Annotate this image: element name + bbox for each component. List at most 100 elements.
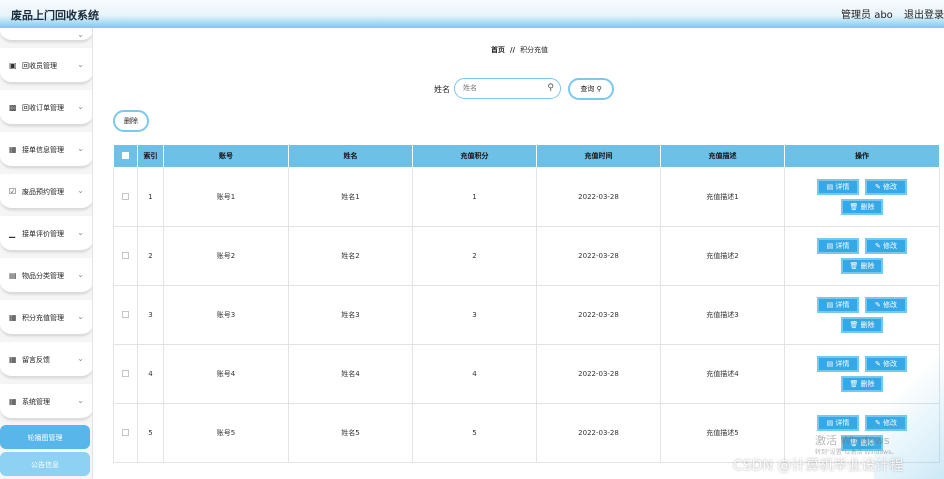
detail-button[interactable]: ▤ 详情: [817, 415, 859, 431]
sidebar-subitem-carousel[interactable]: 轮播图管理: [0, 425, 90, 449]
row-checkbox[interactable]: [122, 369, 129, 377]
edit-button[interactable]: ✎ 修改: [865, 179, 907, 195]
cell-points: 2: [412, 226, 537, 286]
cell-name: 姓名1: [288, 167, 413, 227]
clipboard-icon: ▤: [9, 271, 17, 280]
column-header: 充值描述: [660, 144, 785, 168]
cell-account: 账号3: [163, 285, 289, 345]
cell-points: 3: [412, 285, 537, 345]
sidebar-item-categories[interactable]: ▤ 物品分类管理 ⌄: [0, 258, 92, 294]
cell-name: 姓名5: [288, 403, 413, 463]
user-area: 管理员 abo 退出登录: [833, 6, 944, 21]
cell-account: 账号1: [163, 167, 289, 227]
cell-index: 1: [137, 167, 164, 227]
sidebar-item-order-info[interactable]: ▦ 接单信息管理 ⌄: [0, 132, 92, 168]
breadcrumb-current: 积分充值: [520, 46, 549, 54]
sidebar-item-appointments[interactable]: ☑ 废品预约管理 ⌄: [0, 174, 92, 210]
cell-desc: 充值描述3: [660, 285, 785, 345]
sidebar-item-system[interactable]: ▦ 系统管理 ⌄: [0, 384, 92, 420]
search-icon: ⚲: [547, 83, 554, 93]
sidebar-item-label: 接单评价管理: [22, 230, 64, 238]
sidebar-item-reviews[interactable]: ▁ 接单评价管理 ⌄: [0, 216, 92, 252]
sidebar-item-feedback[interactable]: ▦ 留言反馈 ⌄: [0, 342, 92, 378]
sidebar-subitem-label: 轮播图管理: [27, 434, 63, 442]
grid-icon: ▦: [9, 355, 17, 364]
row-checkbox[interactable]: [122, 428, 129, 436]
search-icon: ⚲: [596, 85, 602, 93]
cell-desc: 充值描述2: [660, 226, 785, 286]
delete-button[interactable]: 🗑 删除: [841, 199, 883, 215]
cell-name: 姓名2: [288, 226, 413, 286]
edit-label: 修改: [883, 183, 898, 191]
detail-button[interactable]: ▤ 详情: [817, 297, 859, 313]
cell-account: 账号2: [163, 226, 289, 286]
edit-button[interactable]: ✎ 修改: [865, 356, 907, 372]
column-header: 操作: [784, 144, 940, 168]
sidebar-item-orders[interactable]: ▩ 回收订单管理 ⌄: [0, 90, 92, 126]
recharge-table: 索引 账号 姓名 充值积分 充值时间 充值描述 操作 1 账号1 姓名1 1 2…: [113, 144, 940, 463]
cell-actions: ▤ 详情 ✎ 修改 🗑 删除: [784, 167, 940, 227]
checkbox-icon: ☑: [9, 187, 17, 196]
detail-button[interactable]: ▤ 详情: [817, 238, 859, 254]
sidebar-item-label: 回收员管理: [22, 62, 57, 70]
cell-account: 账号5: [163, 403, 289, 463]
sidebar-item-label: 废品预约管理: [22, 188, 64, 196]
select-all-checkbox[interactable]: [122, 151, 129, 159]
row-checkbox[interactable]: [122, 310, 129, 318]
cell-index: 3: [137, 285, 164, 345]
grid-icon: ▦: [9, 145, 17, 154]
row-checkbox[interactable]: [122, 251, 129, 259]
detail-button[interactable]: ▤ 详情: [817, 179, 859, 195]
row-checkbox[interactable]: [122, 192, 129, 200]
cell-actions: ▤ 详情 ✎ 修改 🗑 删除: [784, 285, 940, 345]
breadcrumb: 首页 // 积分充值: [95, 45, 944, 55]
delete-button[interactable]: 🗑 删除: [841, 317, 883, 333]
chevron-down-icon: ⌄: [77, 396, 84, 405]
cell-points: 1: [412, 167, 537, 227]
cell-time: 2022-03-28: [536, 226, 661, 286]
chevron-down-icon: ⌄: [77, 312, 84, 321]
bulk-delete-button[interactable]: 删除: [113, 110, 149, 132]
search-input[interactable]: [463, 84, 543, 92]
sidebar-item-label: 积分充值管理: [22, 314, 64, 322]
detail-button[interactable]: ▤ 详情: [817, 356, 859, 372]
breadcrumb-separator: //: [509, 46, 516, 54]
query-button-label: 查询: [580, 85, 595, 93]
select-all-cell[interactable]: [113, 144, 138, 168]
table-header-row: 索引 账号 姓名 充值积分 充值时间 充值描述 操作: [113, 144, 940, 168]
cell-desc: 充值描述4: [660, 344, 785, 404]
sidebar-subitem-notices[interactable]: 公告信息: [0, 452, 90, 476]
cell-account: 账号4: [163, 344, 289, 404]
sidebar-item-top-partial[interactable]: ⌄: [0, 28, 92, 42]
main-content: 首页 // 积分充值 姓名 ⚲ 查询 ⚲ 删除 索引 账号 姓名 充值积分 充值时间…: [95, 30, 944, 479]
table-row: 2 账号2 姓名2 2 2022-03-28 充值描述2 ▤ 详情 ✎ 修改 🗑 …: [113, 226, 940, 286]
breadcrumb-home[interactable]: 首页: [491, 46, 505, 54]
query-button[interactable]: 查询 ⚲: [568, 78, 614, 100]
edit-button[interactable]: ✎ 修改: [865, 238, 907, 254]
search-field[interactable]: ⚲: [454, 78, 561, 99]
sidebar-item-collector[interactable]: ▣ 回收员管理 ⌄: [0, 48, 92, 84]
edit-button[interactable]: ✎ 修改: [865, 415, 907, 431]
cell-time: 2022-03-28: [536, 403, 661, 463]
cell-name: 姓名4: [288, 344, 413, 404]
edit-label: 修改: [883, 419, 898, 427]
detail-label: 详情: [835, 419, 850, 427]
column-header: 充值时间: [536, 144, 661, 168]
sidebar-item-points[interactable]: ▦ 积分充值管理 ⌄: [0, 300, 92, 336]
cell-index: 5: [137, 403, 164, 463]
chevron-down-icon: ⌄: [77, 186, 84, 195]
sidebar-item-label: 系统管理: [22, 398, 50, 406]
detail-label: 详情: [835, 360, 850, 368]
chevron-down-icon: ⌄: [77, 102, 84, 111]
delete-button[interactable]: 🗑 删除: [841, 258, 883, 274]
sidebar-item-label: 接单信息管理: [22, 146, 64, 154]
chevron-down-icon: ⌄: [77, 270, 84, 279]
cell-time: 2022-03-28: [536, 344, 661, 404]
delete-button[interactable]: 🗑 删除: [841, 376, 883, 392]
edit-button[interactable]: ✎ 修改: [865, 297, 907, 313]
detail-label: 详情: [835, 301, 850, 309]
chevron-down-icon: ⌄: [77, 228, 84, 237]
grid-icon: ▦: [9, 313, 17, 322]
column-header: 索引: [137, 144, 164, 168]
logout-link[interactable]: 退出登录: [904, 10, 944, 21]
